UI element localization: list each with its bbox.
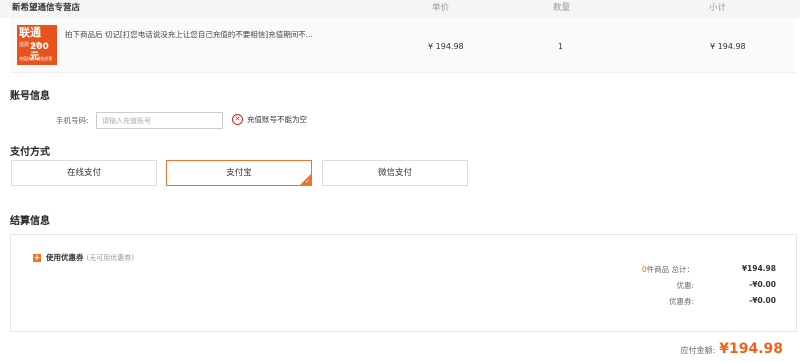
product-thumbnail[interactable]: 联通 话费 充值 200元 充值快速 诚信经营	[17, 25, 57, 65]
summary-discount-line: 优惠: -¥0.00	[616, 280, 776, 291]
phone-error-text: 充值账号不能为空	[247, 115, 307, 124]
pay-option-online-label: 在线支付	[66, 168, 101, 178]
payment-section-title: 支付方式	[10, 147, 50, 158]
settlement-panel: + 使用优惠券 (无可用优惠券) 0件商品 总计： ¥194.98 优惠: -¥…	[10, 234, 797, 332]
total-value: ¥194.98	[741, 264, 776, 273]
item-subtotal: ¥ 194.98	[710, 42, 746, 51]
voucher-value: -¥0.00	[749, 296, 776, 305]
phone-input[interactable]	[96, 112, 223, 129]
plus-icon[interactable]: +	[33, 253, 41, 262]
coupon-toggle[interactable]: + 使用优惠券 (无可用优惠券)	[33, 252, 134, 263]
pay-option-alipay[interactable]: 支付宝 ✓	[166, 160, 312, 186]
payable-label: 应付金额:	[680, 346, 716, 355]
phone-error: ✕ 充值账号不能为空	[232, 114, 307, 125]
item-price: ¥ 194.98	[428, 42, 464, 51]
phone-label: 手机号码:	[56, 116, 89, 125]
discount-value: -¥0.00	[749, 280, 776, 289]
pay-option-wechat-label: 微信支付	[377, 168, 412, 178]
coupon-label[interactable]: 使用优惠券	[46, 252, 84, 263]
item-quantity: 1	[558, 42, 564, 51]
pay-option-online[interactable]: 在线支付	[11, 160, 157, 186]
shop-name[interactable]: 新希望通信专营店	[12, 1, 80, 13]
item-count-suffix: 件商品	[646, 265, 670, 274]
pay-option-alipay-label: 支付宝	[226, 168, 252, 178]
column-header-price: 单价	[432, 3, 450, 13]
coupon-note: (无可用优惠券)	[86, 253, 134, 262]
summary-total-line: 0件商品 总计： ¥194.98	[616, 264, 776, 275]
checkmark-icon: ✓	[304, 178, 310, 185]
thumb-tagline: 充值快速 诚信经营	[19, 56, 53, 61]
order-item-row: 联通 话费 充值 200元 充值快速 诚信经营 拍下商品后 切记[打您电话说没充…	[10, 18, 795, 73]
payable-amount: ¥194.98	[719, 341, 783, 357]
total-label: 总计：	[671, 265, 695, 274]
pay-option-wechat[interactable]: 微信支付	[322, 160, 468, 186]
error-circle-x-icon: ✕	[232, 114, 243, 125]
settlement-section-title: 结算信息	[10, 216, 50, 227]
thumb-brand: 联通	[19, 26, 41, 39]
account-section-title: 账号信息	[10, 91, 50, 102]
order-table-header: 新希望通信专营店 单价 数量 小计	[0, 0, 800, 18]
column-header-subtotal: 小计	[709, 3, 727, 13]
voucher-label: 优惠券:	[668, 297, 694, 306]
product-title[interactable]: 拍下商品后 切记[打您电话说没充上让您自己充值的不要相信]充值期间不...	[65, 29, 313, 40]
payable-amount-row: 应付金额: ¥194.98	[681, 341, 783, 357]
column-header-quantity: 数量	[553, 3, 571, 13]
discount-label: 优惠:	[676, 281, 694, 290]
summary-voucher-line: 优惠券: -¥0.00	[616, 296, 776, 307]
